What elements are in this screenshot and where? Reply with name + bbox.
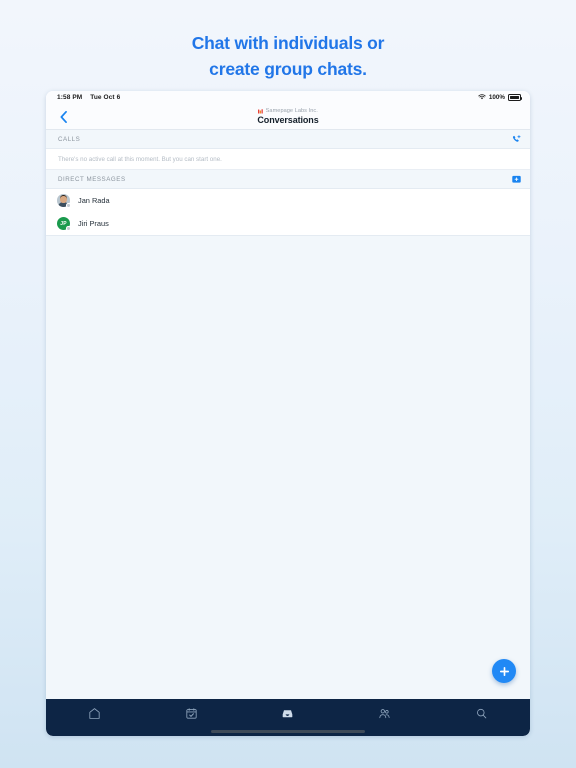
page-title: Conversations — [257, 114, 319, 125]
organization-name: Samepage Labs Inc. — [265, 107, 318, 114]
section-title-direct-messages: DIRECT MESSAGES — [58, 175, 126, 183]
wifi-icon — [478, 93, 486, 102]
direct-messages-list: Jan Rada JP Jiri Praus — [46, 189, 530, 236]
tab-people[interactable] — [336, 699, 433, 727]
device-screenshot: 1:58 PM Tue Oct 6 100% Samepage Labs Inc… — [46, 91, 530, 736]
samepage-logo-icon — [258, 108, 263, 113]
organization-row: Samepage Labs Inc. — [258, 108, 318, 115]
bottom-tab-bar — [46, 699, 530, 736]
avatar — [57, 194, 71, 208]
home-indicator[interactable] — [211, 729, 365, 734]
plus-icon — [499, 666, 509, 676]
home-icon — [89, 707, 100, 719]
list-item[interactable]: Jan Rada — [46, 189, 530, 212]
people-icon — [379, 708, 390, 718]
calls-empty-text: There's no active call at this moment. B… — [58, 155, 222, 163]
battery-percent: 100% — [488, 94, 505, 101]
new-message-icon — [512, 175, 521, 183]
battery-full-icon — [508, 94, 523, 101]
new-conversation-fab[interactable] — [492, 659, 516, 683]
presence-dot — [66, 226, 71, 231]
conversations-list: CALLS There's no active call at this mom… — [46, 130, 530, 699]
status-bar-indicators: 100% — [478, 93, 523, 102]
tab-search[interactable] — [433, 699, 530, 727]
home-indicator-area — [46, 727, 530, 736]
promo-line-1: Chat with individuals or — [191, 33, 385, 53]
status-bar-time: 1:58 PM — [57, 94, 83, 101]
contact-name: Jan Rada — [78, 196, 110, 205]
calls-empty-row: There's no active call at this moment. B… — [46, 149, 530, 170]
section-title-calls: CALLS — [58, 135, 81, 143]
list-item[interactable]: JP Jiri Praus — [46, 212, 530, 235]
status-bar-date: Tue Oct 6 — [90, 94, 121, 101]
navigation-bar: Samepage Labs Inc. Conversations — [46, 104, 530, 130]
promo-headline: Chat with individuals or create group ch… — [0, 30, 576, 82]
tab-list — [46, 699, 530, 727]
avatar: JP — [57, 217, 71, 231]
calendar-check-icon — [186, 707, 197, 719]
start-call-button[interactable] — [512, 134, 521, 144]
presence-dot — [66, 203, 71, 208]
section-header-calls: CALLS — [46, 130, 530, 149]
tab-inbox[interactable] — [240, 699, 337, 727]
back-button[interactable] — [53, 107, 73, 127]
tab-home[interactable] — [46, 699, 143, 727]
search-icon — [477, 708, 487, 718]
status-bar: 1:58 PM Tue Oct 6 100% — [46, 91, 530, 104]
phone-add-icon — [512, 134, 521, 142]
tab-tasks[interactable] — [143, 699, 240, 727]
section-header-direct-messages: DIRECT MESSAGES — [46, 170, 530, 189]
contact-name: Jiri Praus — [78, 219, 109, 228]
inbox-icon — [283, 709, 293, 717]
navigation-titles: Samepage Labs Inc. Conversations — [46, 108, 530, 126]
new-message-button[interactable] — [512, 175, 521, 184]
promo-line-2: create group chats. — [209, 59, 367, 79]
chevron-left-icon — [60, 110, 67, 123]
